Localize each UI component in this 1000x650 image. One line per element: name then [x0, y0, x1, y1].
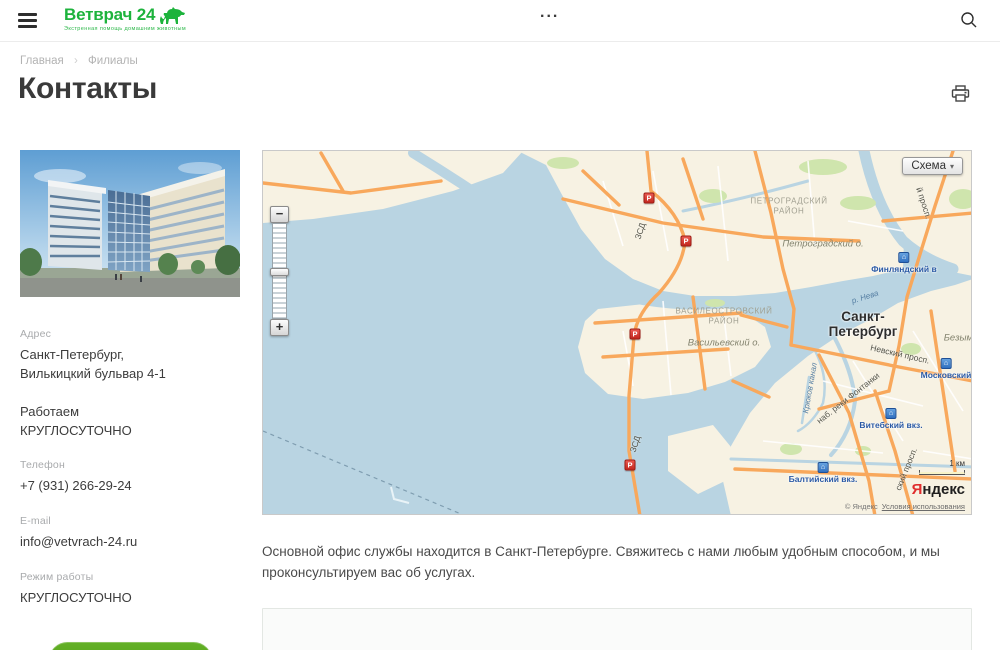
- site-logo[interactable]: Ветврач 24 Экстренная помощь домашним жи…: [64, 5, 186, 32]
- copyright-text: © Яндекс: [845, 502, 878, 511]
- office-building-photo: [20, 150, 240, 297]
- scale-line: [919, 470, 965, 474]
- hours-note-line1: Работаем: [20, 403, 240, 422]
- top-header: Ветврач 24 Экстренная помощь домашним жи…: [0, 0, 1000, 42]
- breadcrumb-current[interactable]: Филиалы: [88, 55, 138, 67]
- email-value[interactable]: info@vetvrach-24.ru: [20, 533, 240, 552]
- terms-of-use-link[interactable]: Условия использования: [882, 502, 965, 511]
- phone-label: Телефон: [20, 459, 240, 471]
- address-label: Адрес: [20, 328, 240, 340]
- print-icon[interactable]: [951, 85, 970, 108]
- schedule-block: Режим работы КРУГЛОСУТОЧНО: [20, 571, 240, 608]
- yandex-logo[interactable]: Яндекс: [912, 481, 965, 498]
- breadcrumb-home[interactable]: Главная: [20, 55, 64, 67]
- map-layer-label: Схема: [911, 160, 946, 172]
- map-geography: [263, 151, 972, 515]
- chevron-down-icon: ▾: [950, 162, 954, 171]
- breadcrumb: Главная › Филиалы: [20, 55, 138, 67]
- address-line1: Санкт-Петербург,: [20, 346, 240, 365]
- logo-title: Ветврач 24: [64, 5, 155, 25]
- zoom-in-button[interactable]: +: [270, 319, 289, 336]
- map-attribution: © Яндекс Условия использования: [845, 502, 965, 511]
- dog-icon: [159, 7, 185, 26]
- contact-sidebar: Адрес Санкт-Петербург, Вилькицкий бульва…: [20, 150, 240, 650]
- collapsed-menu-button[interactable]: ...: [540, 4, 559, 22]
- map-scalebar: 1 км: [919, 459, 965, 474]
- email-label: E-mail: [20, 515, 240, 527]
- hours-note-block: Работаем КРУГЛОСУТОЧНО: [20, 403, 240, 441]
- main-content: ПЕТРОГРАДСКИЙ РАЙОНПетроградский о.ВАСИЛ…: [262, 150, 972, 650]
- address-block: Адрес Санкт-Петербург, Вилькицкий бульва…: [20, 328, 240, 384]
- page-title: Контакты: [18, 72, 157, 106]
- scale-label: 1 км: [919, 459, 965, 468]
- breadcrumb-separator: ›: [74, 55, 78, 67]
- office-description: Основной офис службы находится в Санкт-П…: [262, 542, 972, 584]
- phone-block: Телефон +7 (931) 266-29-24: [20, 459, 240, 496]
- schedule-value: КРУГЛОСУТОЧНО: [20, 589, 240, 608]
- contacts-page: Ветврач 24 Экстренная помощь домашним жи…: [0, 0, 1000, 650]
- email-block: E-mail info@vetvrach-24.ru: [20, 515, 240, 552]
- map-layer-selector[interactable]: Схема ▾: [902, 157, 963, 175]
- zoom-slider[interactable]: [272, 223, 287, 319]
- zoom-out-button[interactable]: −: [270, 206, 289, 223]
- search-icon[interactable]: [960, 11, 978, 34]
- address-line2: Вилькицкий бульвар 4-1: [20, 365, 240, 384]
- bottom-section-box: [262, 608, 972, 650]
- book-online-button[interactable]: Запись онлайн: [49, 642, 212, 650]
- map-zoom-control: − +: [270, 206, 289, 336]
- hamburger-menu-icon[interactable]: [18, 13, 37, 28]
- zoom-slider-handle[interactable]: [270, 268, 289, 276]
- phone-value[interactable]: +7 (931) 266-29-24: [20, 477, 240, 496]
- logo-tagline: Экстренная помощь домашним животным: [64, 26, 186, 32]
- hours-note-line2: КРУГЛОСУТОЧНО: [20, 422, 240, 441]
- yandex-map[interactable]: ПЕТРОГРАДСКИЙ РАЙОНПетроградский о.ВАСИЛ…: [262, 150, 972, 515]
- schedule-label: Режим работы: [20, 571, 240, 583]
